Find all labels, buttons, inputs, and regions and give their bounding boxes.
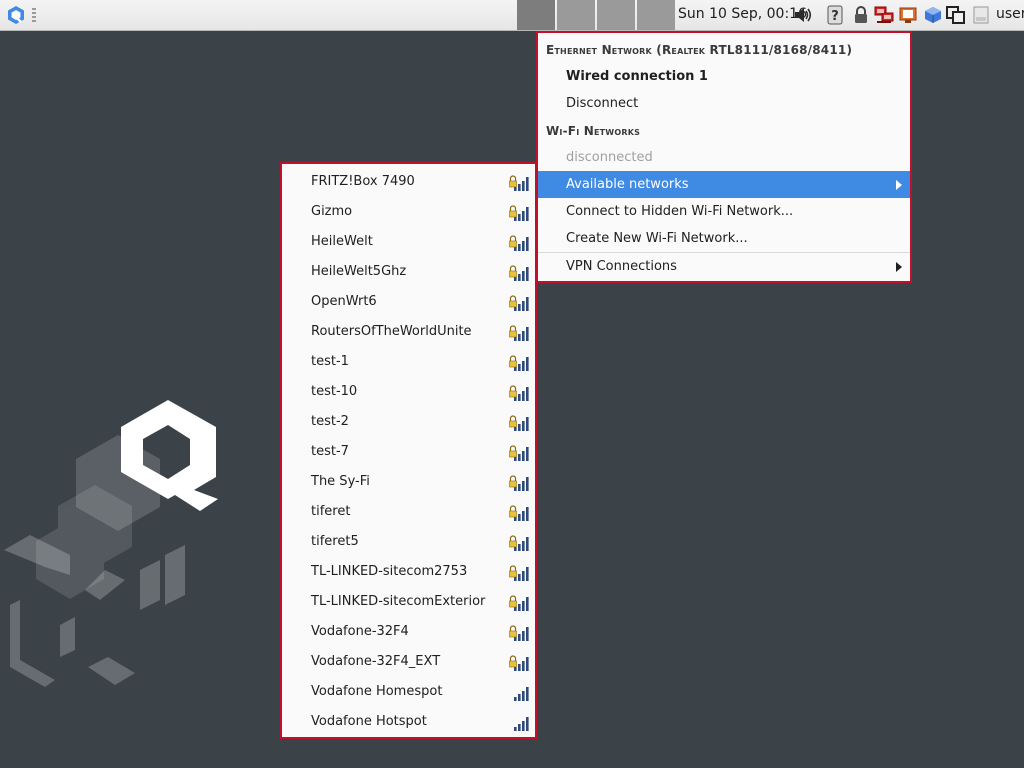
submenu-arrow-icon <box>896 262 902 272</box>
wired-connection-item[interactable]: Wired connection 1 <box>538 63 910 90</box>
secured-signal-icon <box>509 535 529 551</box>
network-item[interactable]: Gizmo <box>282 197 535 227</box>
available-networks-item[interactable]: Available networks <box>538 171 910 198</box>
package-icon[interactable] <box>923 5 943 25</box>
secured-signal-icon <box>509 445 529 461</box>
network-ssid: HeileWelt5Ghz <box>311 264 407 279</box>
network-ssid: Vodafone-32F4_EXT <box>311 654 441 669</box>
secured-signal-icon <box>509 295 529 311</box>
secured-signal-icon <box>509 265 529 281</box>
network-item[interactable]: test-7 <box>282 437 535 467</box>
monitor-icon[interactable] <box>899 5 919 25</box>
panel-grip <box>32 8 36 22</box>
secured-signal-icon <box>509 415 529 431</box>
wifi-section-header: Wi-Fi Networks <box>546 124 641 138</box>
network-item[interactable]: HeileWelt <box>282 227 535 257</box>
network-item[interactable]: test-1 <box>282 347 535 377</box>
secured-signal-icon <box>509 625 529 641</box>
network-item[interactable]: test-2 <box>282 407 535 437</box>
desktop-switch-3[interactable] <box>597 0 635 30</box>
network-ssid: RoutersOfTheWorldUnite <box>311 324 472 339</box>
network-ssid: test-7 <box>311 444 349 459</box>
network-item[interactable]: FRITZ!Box 7490 <box>282 167 535 197</box>
desktop-switch-2[interactable] <box>557 0 595 30</box>
network-item[interactable]: Vodafone Hotspot <box>282 707 535 737</box>
network-ssid: Vodafone Hotspot <box>311 714 427 729</box>
network-ssid: The Sy-Fi <box>311 474 370 489</box>
network-item[interactable]: Vodafone-32F4_EXT <box>282 647 535 677</box>
network-ssid: Vodafone Homespot <box>311 684 443 699</box>
app-menu-icon[interactable] <box>4 4 28 26</box>
secured-signal-icon <box>509 175 529 191</box>
connect-hidden-network-item[interactable]: Connect to Hidden Wi-Fi Network... <box>538 198 910 225</box>
network-item[interactable]: OpenWrt6 <box>282 287 535 317</box>
help-icon[interactable]: ? <box>825 5 845 25</box>
network-ssid: Gizmo <box>311 204 353 219</box>
network-item[interactable]: Vodafone-32F4 <box>282 617 535 647</box>
signal-icon <box>514 687 529 701</box>
secured-signal-icon <box>509 205 529 221</box>
network-ssid: test-1 <box>311 354 349 369</box>
secured-signal-icon <box>509 235 529 251</box>
network-icon[interactable] <box>874 5 894 25</box>
network-menu: Ethernet Network (Realtek RTL8111/8168/8… <box>536 31 912 283</box>
network-item[interactable]: RoutersOfTheWorldUnite <box>282 317 535 347</box>
network-ssid: test-2 <box>311 414 349 429</box>
secured-signal-icon <box>509 325 529 341</box>
network-item[interactable]: TL-LINKED-sitecom2753 <box>282 557 535 587</box>
volume-icon[interactable] <box>793 5 813 25</box>
network-ssid: TL-LINKED-sitecomExterior <box>311 594 486 609</box>
wifi-status-item: disconnected <box>566 150 653 165</box>
network-ssid: tiferet5 <box>311 534 359 549</box>
desktop-switch-4[interactable] <box>637 0 675 30</box>
windows-icon[interactable] <box>946 5 966 25</box>
desktop-logo <box>4 400 218 687</box>
network-ssid: Vodafone-32F4 <box>311 624 409 639</box>
secured-signal-icon <box>509 595 529 611</box>
network-item[interactable]: HeileWelt5Ghz <box>282 257 535 287</box>
network-ssid: TL-LINKED-sitecom2753 <box>311 564 468 579</box>
disconnect-item[interactable]: Disconnect <box>538 90 910 117</box>
network-item[interactable]: tiferet5 <box>282 527 535 557</box>
network-item[interactable]: tiferet <box>282 497 535 527</box>
user-name[interactable]: user <box>996 6 1024 22</box>
network-ssid: HeileWelt <box>311 234 373 249</box>
file-icon[interactable] <box>971 5 991 25</box>
signal-icon <box>514 717 529 731</box>
secured-signal-icon <box>509 355 529 371</box>
network-item[interactable]: Vodafone Homespot <box>282 677 535 707</box>
secured-signal-icon <box>509 475 529 491</box>
vpn-connections-item[interactable]: VPN Connections <box>538 253 910 280</box>
network-item[interactable]: TL-LINKED-sitecomExterior <box>282 587 535 617</box>
ethernet-section-header: Ethernet Network (Realtek RTL8111/8168/8… <box>546 43 853 57</box>
secured-signal-icon <box>509 505 529 521</box>
svg-text:?: ? <box>831 9 839 24</box>
desktop-switch-1[interactable] <box>517 0 555 30</box>
secured-signal-icon <box>509 565 529 581</box>
create-new-network-item[interactable]: Create New Wi-Fi Network... <box>538 225 910 252</box>
network-ssid: FRITZ!Box 7490 <box>311 174 415 189</box>
network-item[interactable]: The Sy-Fi <box>282 467 535 497</box>
network-ssid: tiferet <box>311 504 351 519</box>
top-panel: Sun 10 Sep, 00:16 ? user <box>0 0 1024 31</box>
panel-clock[interactable]: Sun 10 Sep, 00:16 <box>678 6 807 22</box>
vpn-connections-label: VPN Connections <box>566 259 677 274</box>
secured-signal-icon <box>509 655 529 671</box>
network-ssid: test-10 <box>311 384 358 399</box>
network-ssid: OpenWrt6 <box>311 294 377 309</box>
submenu-arrow-icon <box>896 180 902 190</box>
secured-signal-icon <box>509 385 529 401</box>
network-item[interactable]: test-10 <box>282 377 535 407</box>
available-networks-label: Available networks <box>566 177 689 192</box>
available-networks-submenu: FRITZ!Box 7490 Gizmo HeileWelt HeileWelt5Gh… <box>280 162 537 739</box>
lock-icon[interactable] <box>851 5 871 25</box>
